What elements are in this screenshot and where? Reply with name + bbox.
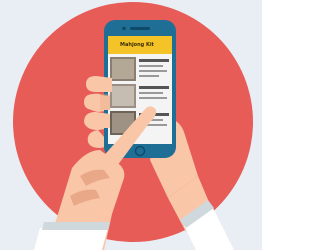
- speaker-grille: [130, 27, 150, 30]
- left-cuff: [42, 222, 110, 230]
- camera-dot: [122, 26, 126, 31]
- left-sleeve: [34, 228, 108, 250]
- illustration-canvas: Mahjong Kit: [0, 0, 262, 250]
- holding-fingers-front: [84, 76, 112, 128]
- screen-header-title: Mahjong Kit: [120, 42, 154, 48]
